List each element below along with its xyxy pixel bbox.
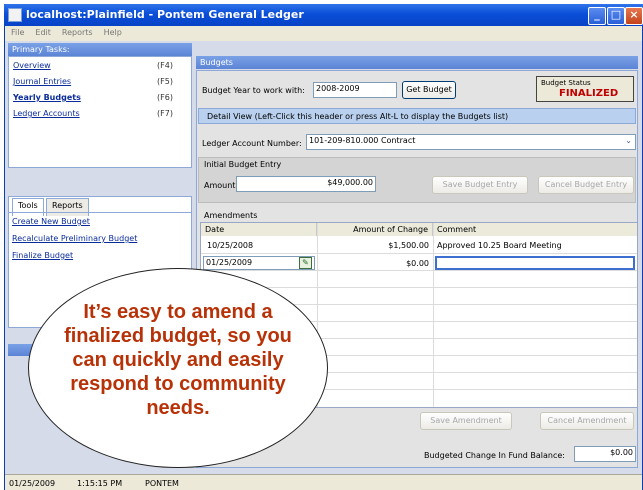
tab-tools[interactable]: Tools [12, 198, 44, 216]
status-user: PONTEM [145, 479, 179, 488]
tab-divider [8, 212, 192, 213]
budget-year-label: Budget Year to work with: [202, 86, 305, 95]
column-header-comment[interactable]: Comment [433, 223, 637, 236]
budget-status-label: Budget Status [541, 79, 591, 87]
budget-year-input[interactable]: 2008-2009 [313, 82, 397, 98]
fund-balance-label: Budgeted Change In Fund Balance: [424, 451, 565, 460]
cancel-amendment-button[interactable]: Cancel Amendment [540, 412, 634, 430]
ledger-account-value: 101-209-810.000 Contract [309, 136, 416, 145]
ledger-account-label: Ledger Account Number: [202, 139, 302, 148]
status-time: 1:15:15 PM [77, 479, 123, 488]
ledger-account-select[interactable]: 101-209-810.000 Contract ⌄ [306, 134, 636, 150]
task-key: (F7) [157, 109, 173, 118]
budget-status-box: Budget Status FINALIZED [536, 76, 634, 102]
get-budget-button[interactable]: Get Budget [402, 81, 456, 99]
chevron-down-icon[interactable]: ⌄ [625, 136, 632, 145]
amount-input[interactable]: $49,000.00 [236, 176, 376, 192]
row-line [201, 270, 637, 271]
tab-reports[interactable]: Reports [46, 198, 89, 216]
task-yearly-budgets[interactable]: Yearly Budgets [13, 93, 81, 102]
task-key: (F4) [157, 61, 173, 70]
status-bar: 01/25/2009 1:15:15 PM PONTEM [5, 474, 642, 490]
row-line [201, 253, 637, 254]
row-amount: $1,500.00 [388, 241, 429, 250]
budgets-header: Budgets [196, 56, 638, 69]
menu-bar: File Edit Reports Help [5, 26, 642, 41]
status-date: 01/25/2009 [9, 479, 56, 488]
calendar-icon[interactable]: ✎ [299, 257, 312, 269]
task-key: (F5) [157, 77, 173, 86]
amount-label: Amount: [204, 181, 239, 190]
task-ledger-accounts[interactable]: Ledger Accounts [13, 109, 80, 118]
row-date: 10/25/2008 [207, 241, 254, 250]
create-new-budget-link[interactable]: Create New Budget [12, 217, 90, 226]
detail-view-header[interactable]: Detail View (Left-Click this header or p… [198, 108, 636, 124]
save-budget-entry-button[interactable]: Save Budget Entry [432, 176, 528, 194]
task-overview[interactable]: Overview [13, 61, 51, 70]
row-comment: Approved 10.25 Board Meeting [437, 241, 562, 250]
column-header-amount[interactable]: Amount of Change [317, 223, 433, 236]
menu-file[interactable]: File [11, 28, 24, 37]
minimize-icon[interactable]: _ [588, 7, 606, 25]
cancel-budget-entry-button[interactable]: Cancel Budget Entry [538, 176, 634, 194]
column-divider [433, 223, 434, 407]
primary-tasks-header: Primary Tasks: [8, 43, 192, 56]
window-title: localhost:Plainfield - Pontem General Le… [26, 8, 304, 21]
menu-help[interactable]: Help [104, 28, 122, 37]
app-icon [8, 8, 22, 22]
title-bar[interactable]: localhost:Plainfield - Pontem General Le… [4, 4, 643, 26]
close-icon[interactable]: × [625, 7, 643, 25]
amendments-label: Amendments [204, 211, 258, 220]
budget-status-value: FINALIZED [559, 88, 619, 99]
recalculate-budget-link[interactable]: Recalculate Preliminary Budget [12, 234, 137, 243]
amendment-amount-value[interactable]: $0.00 [321, 259, 429, 268]
task-journal-entries[interactable]: Journal Entries [13, 77, 71, 86]
menu-edit[interactable]: Edit [35, 28, 51, 37]
fund-balance-value: $0.00 [574, 446, 636, 462]
callout-text: It’s easy to amend a finalized budget, s… [64, 301, 292, 419]
column-header-date[interactable]: Date [201, 223, 317, 236]
finalize-budget-link[interactable]: Finalize Budget [12, 251, 73, 260]
menu-reports[interactable]: Reports [62, 28, 93, 37]
save-amendment-button[interactable]: Save Amendment [420, 412, 512, 430]
task-key: (F6) [157, 93, 173, 102]
amendment-comment-input[interactable] [435, 256, 635, 270]
maximize-icon[interactable]: □ [607, 7, 625, 25]
initial-entry-label: Initial Budget Entry [204, 160, 282, 169]
primary-tasks-panel: Overview (F4) Journal Entries (F5) Yearl… [8, 56, 192, 168]
detail-view-text: Detail View (Left-Click this header or p… [207, 112, 509, 121]
